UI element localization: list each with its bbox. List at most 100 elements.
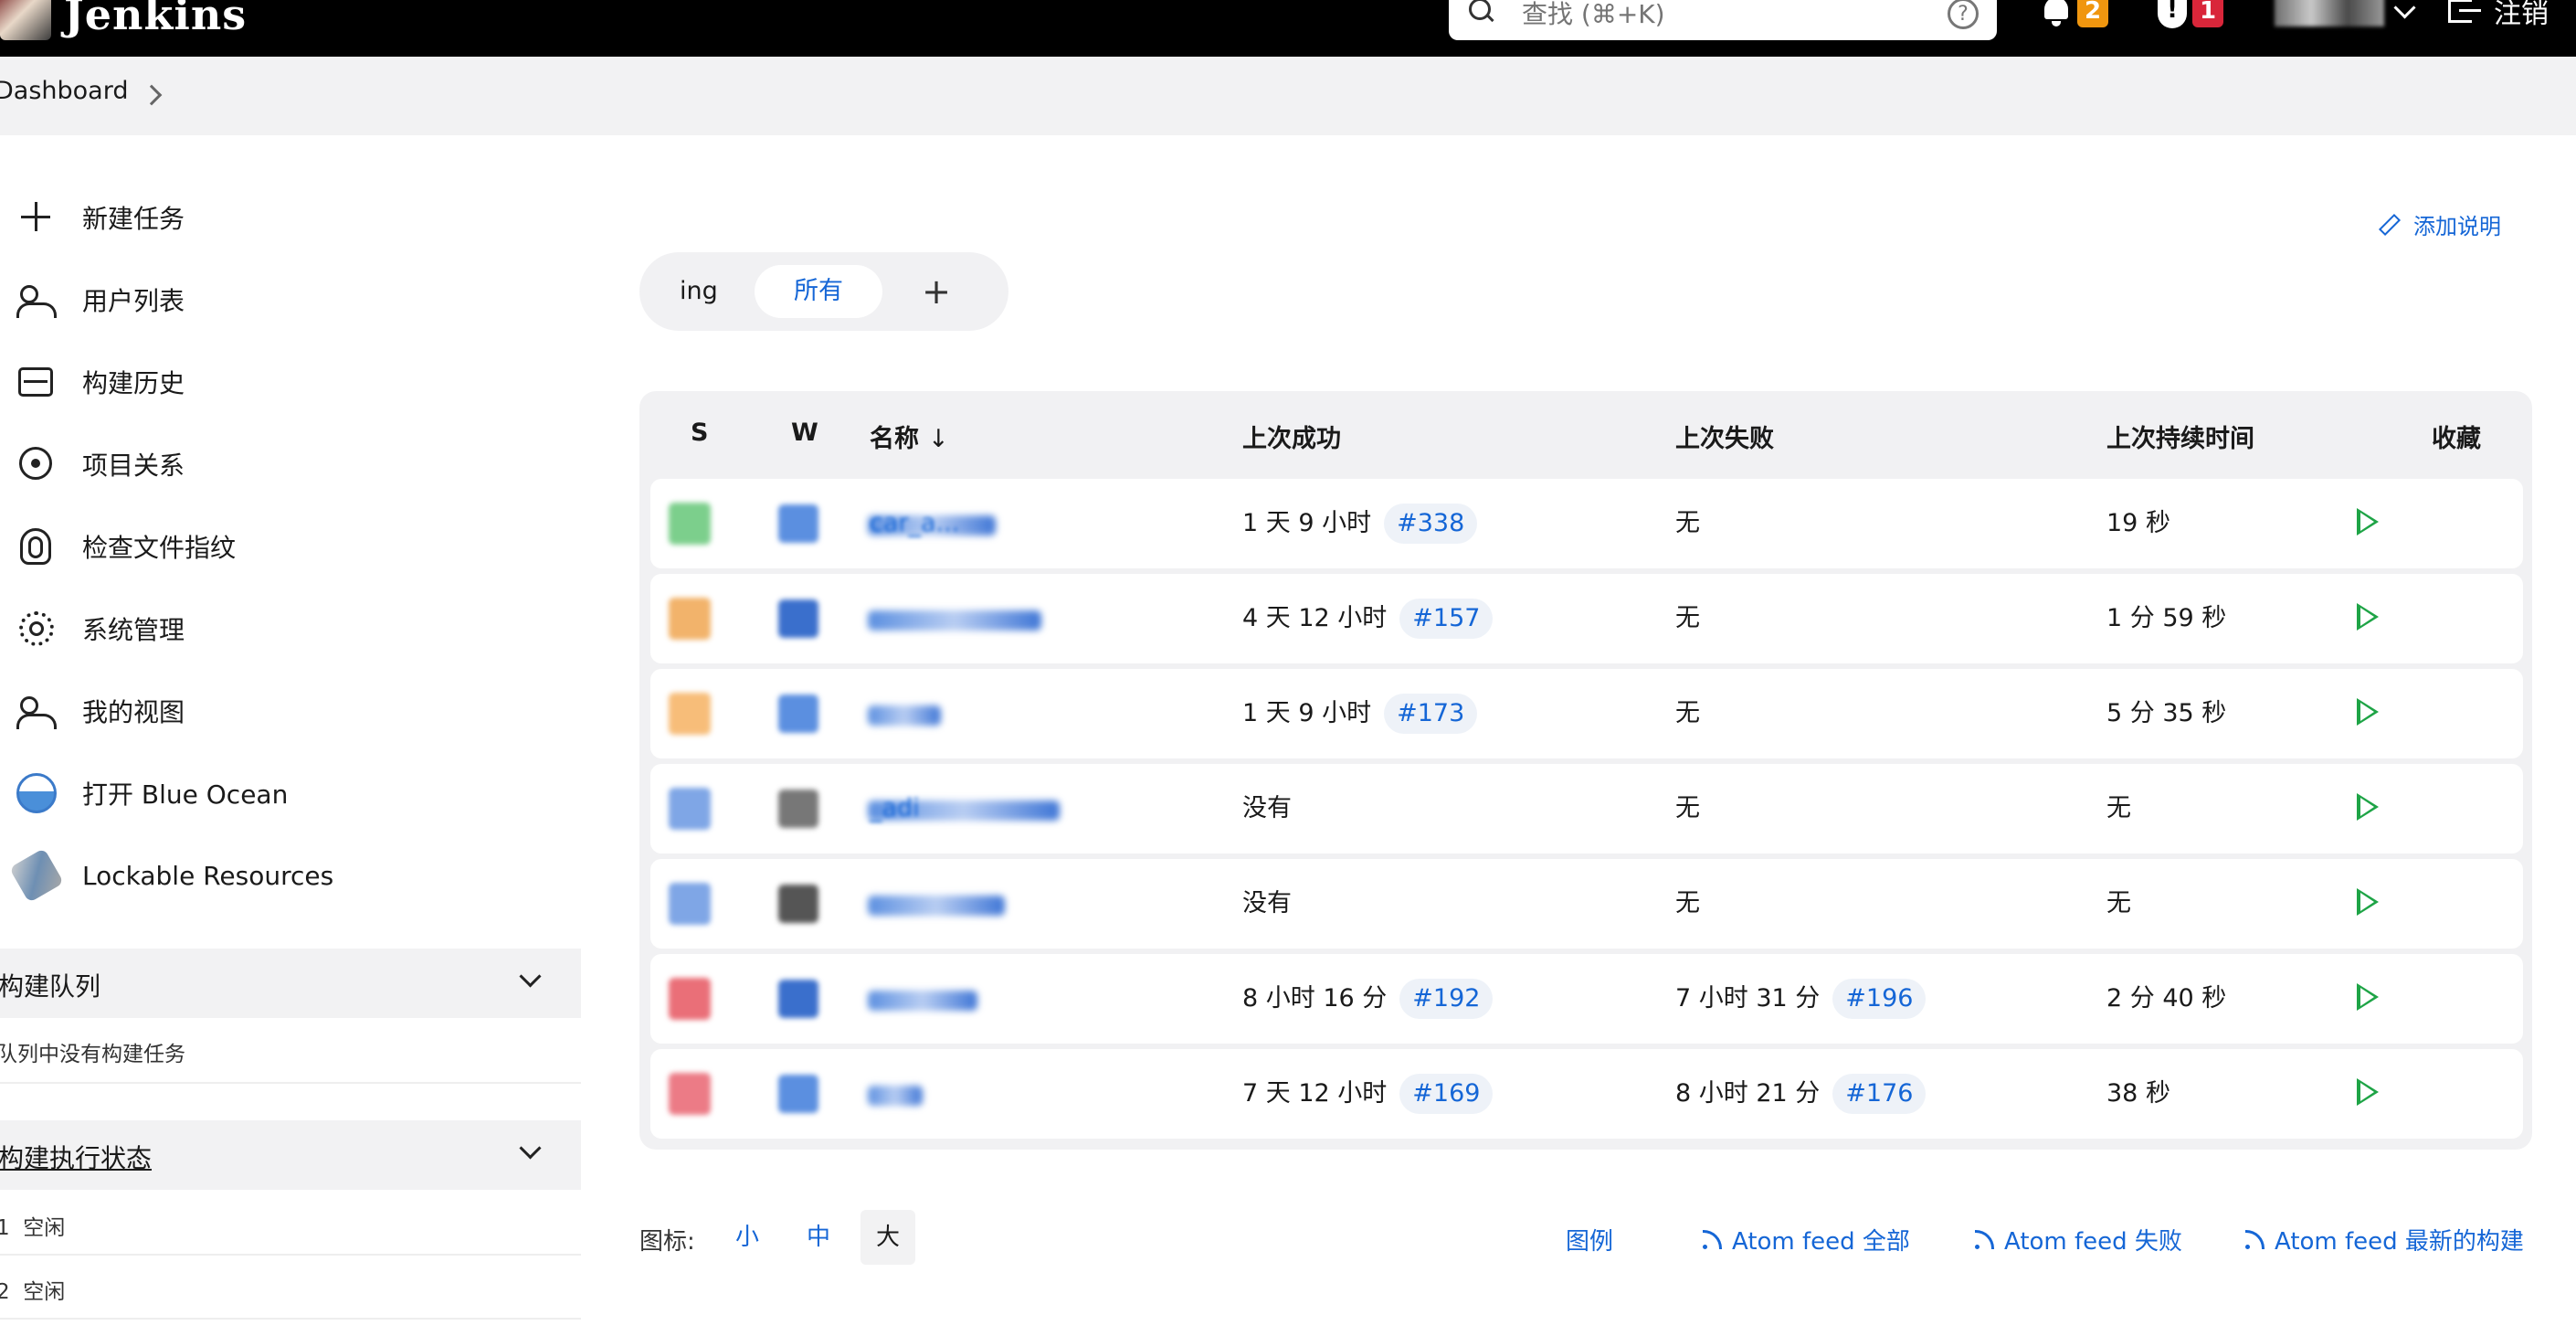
chevron-down-icon[interactable]: [519, 1137, 542, 1160]
divider: [0, 1254, 581, 1256]
tab-ing[interactable]: ing: [680, 265, 718, 318]
rss-icon: [1703, 1229, 1723, 1250]
security-button[interactable]: ! 1: [2158, 0, 2224, 29]
last-failure-cell: 8 小时 21 分 #176: [1675, 1049, 1927, 1139]
schedule-build-play-icon[interactable]: [2357, 983, 2379, 1011]
failure-build-link[interactable]: #196: [1832, 979, 1927, 1019]
notifications-button[interactable]: 2: [2041, 0, 2109, 29]
success-build-link[interactable]: #173: [1384, 694, 1478, 734]
icon-size-large[interactable]: 大: [860, 1210, 915, 1265]
success-build-link[interactable]: #338: [1384, 504, 1478, 544]
last-success-cell: 7 天 12 小时 #169: [1242, 1049, 1494, 1139]
tab-all[interactable]: 所有: [755, 265, 882, 318]
legend-link[interactable]: 图例: [1566, 1223, 1613, 1256]
sidebar-item-label: Lockable Resources: [82, 860, 334, 891]
icon-size-medium[interactable]: 中: [791, 1210, 846, 1265]
divider: [0, 1082, 581, 1084]
schedule-build-play-icon[interactable]: [2357, 698, 2379, 726]
job-name-link[interactable]: [868, 896, 1005, 916]
add-tab-button[interactable]: +: [913, 265, 959, 318]
icon-size-label: 图标:: [639, 1228, 695, 1256]
schedule-build-play-icon[interactable]: [2357, 1078, 2379, 1106]
last-failure-cell: 7 小时 31 分 #196: [1675, 954, 1927, 1044]
schedule-build-play-icon[interactable]: [2357, 888, 2379, 916]
table-row: _adi 没有 无 无: [650, 764, 2523, 854]
sidebar-item-new-job[interactable]: 新建任务: [16, 190, 185, 245]
atom-feed-latest-link[interactable]: Atom feed 最新的构建: [2245, 1223, 2524, 1256]
success-build-link[interactable]: #169: [1399, 1074, 1494, 1114]
sidebar-item-fingerprint[interactable]: 检查文件指纹: [16, 519, 236, 574]
last-success-cell: 没有: [1242, 764, 1292, 854]
build-queue-header[interactable]: 构建队列: [0, 949, 581, 1018]
build-status-icon: [669, 883, 711, 925]
job-name[interactable]: _adi: [870, 764, 920, 854]
breadcrumb: [0, 57, 2576, 135]
job-name-link[interactable]: [868, 991, 977, 1011]
atom-feed-failed-link[interactable]: Atom feed 失败: [1975, 1223, 2182, 1256]
add-description-link[interactable]: 添加说明: [2378, 208, 2501, 240]
search-input[interactable]: [1520, 0, 1948, 30]
executor-status: 空闲: [23, 1216, 66, 1240]
table-row: 8 小时 16 分 #192 7 小时 31 分 #196 2 分 40 秒: [650, 954, 2523, 1044]
success-build-link[interactable]: #157: [1399, 599, 1494, 639]
last-duration-cell: 无: [2106, 889, 2131, 917]
sidebar-item-blue-ocean[interactable]: 打开 Blue Ocean: [16, 766, 288, 821]
last-duration-cell: 5 分 35 秒: [2106, 699, 2227, 727]
user-menu[interactable]: [2275, 0, 2416, 29]
sidebar-item-my-views[interactable]: 我的视图: [16, 684, 185, 738]
fingerprint-icon: [16, 526, 57, 567]
icon-size-small[interactable]: 小: [720, 1210, 775, 1265]
atom-feed-all-link[interactable]: Atom feed 全部: [1703, 1223, 1910, 1256]
sidebar-item-manage[interactable]: 系统管理: [16, 601, 185, 656]
last-failure-time: 无: [1675, 699, 1700, 727]
rss-icon: [1975, 1229, 1995, 1250]
breadcrumb-dashboard-link[interactable]: Dashboard: [0, 77, 128, 105]
last-success-time: 7 天 12 小时: [1242, 1079, 1388, 1108]
last-success-time: 4 天 12 小时: [1242, 604, 1388, 632]
column-header-last-success[interactable]: 上次成功: [1242, 419, 1341, 454]
search-icon: [1467, 0, 1498, 29]
last-failure-time: 无: [1675, 604, 1700, 632]
column-header-name[interactable]: 名称 ↓: [870, 419, 949, 454]
last-duration-cell: 2 分 40 秒: [2106, 984, 2227, 1013]
column-header-weather[interactable]: W: [791, 419, 818, 447]
column-header-last-duration[interactable]: 上次持续时间: [2106, 419, 2254, 454]
last-success-cell: 1 天 9 小时 #338: [1242, 479, 1478, 568]
failure-build-link[interactable]: #176: [1832, 1074, 1927, 1114]
sidebar-item-build-history[interactable]: 构建历史: [16, 355, 185, 409]
column-header-favorite: 收藏: [2432, 425, 2481, 453]
success-build-link[interactable]: #192: [1399, 979, 1494, 1019]
jobs-table: S W 名称 ↓ 上次成功 上次失败 上次持续时间 收藏 car_a... 1 天 …: [639, 391, 2532, 1150]
job-name-link[interactable]: [868, 610, 1041, 631]
help-icon[interactable]: ?: [1948, 0, 1979, 29]
jenkins-logo-link[interactable]: Jenkins: [0, 0, 247, 42]
chevron-down-icon[interactable]: [519, 965, 542, 988]
schedule-build-play-icon[interactable]: [2357, 603, 2379, 631]
sidebar-item-lockable-resources[interactable]: Lockable Resources: [8, 847, 334, 904]
job-name[interactable]: car_a...: [870, 479, 959, 568]
schedule-build-play-icon[interactable]: [2357, 793, 2379, 821]
job-name-link[interactable]: [868, 1086, 923, 1106]
executors-title[interactable]: 构建执行状态: [0, 1139, 152, 1175]
logout-button[interactable]: 注销: [2446, 0, 2549, 30]
last-failure-cell: 无: [1675, 479, 1700, 568]
last-success-time: 8 小时 16 分: [1242, 984, 1388, 1013]
logo-text: Jenkins: [64, 0, 248, 39]
sidebar-item-label: 项目关系: [82, 451, 185, 481]
executor-row: 2 空闲: [0, 1274, 65, 1305]
search-box[interactable]: ?: [1449, 0, 1997, 40]
column-header-status[interactable]: S: [691, 419, 708, 447]
atom-feed-latest-label: Atom feed 最新的构建: [2275, 1228, 2524, 1256]
last-failure-time: 7 小时 31 分: [1675, 984, 1821, 1013]
column-header-last-failure[interactable]: 上次失败: [1675, 419, 1774, 454]
executors-header[interactable]: 构建执行状态: [0, 1120, 581, 1190]
sidebar-item-users[interactable]: 用户列表: [16, 272, 185, 327]
last-duration-cell: 19 秒: [2106, 509, 2170, 537]
job-name-link[interactable]: [868, 705, 941, 726]
sidebar-item-project-relationship[interactable]: 项目关系: [16, 437, 185, 492]
pencil-icon: [2378, 213, 2402, 236]
last-failure-time: 无: [1675, 509, 1700, 537]
last-duration-cell: 38 秒: [2106, 1079, 2170, 1108]
schedule-build-play-icon[interactable]: [2357, 508, 2379, 535]
table-row: car_a... 1 天 9 小时 #338 无 19 秒: [650, 479, 2523, 568]
